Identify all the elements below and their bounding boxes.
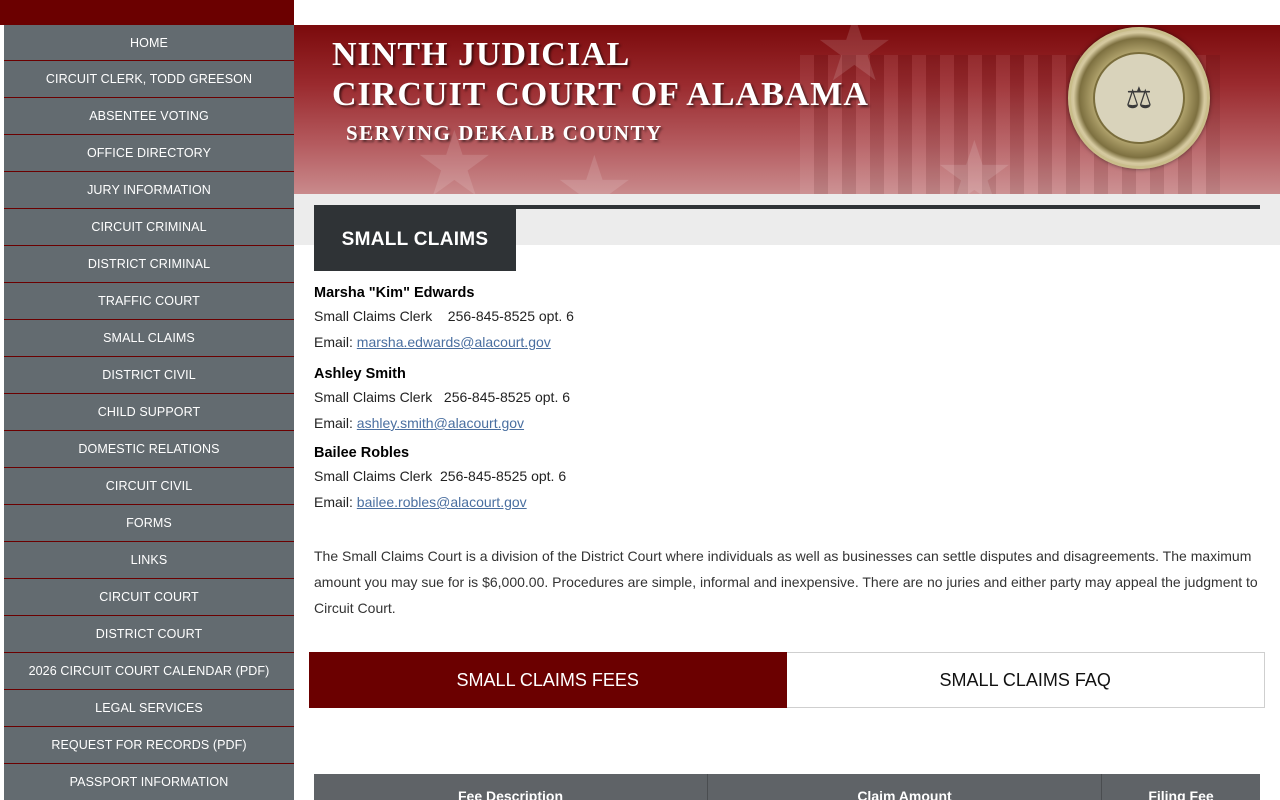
- nav-item-home[interactable]: HOME: [4, 25, 294, 61]
- nav-item-links[interactable]: LINKS: [4, 542, 294, 579]
- contact-name: Ashley Smith: [314, 366, 406, 382]
- scales-of-justice-icon: ⚖: [1093, 52, 1185, 144]
- nav-item-traffic-court[interactable]: TRAFFIC COURT: [4, 283, 294, 320]
- email-link[interactable]: ashley.smith@alacourt.gov: [357, 415, 524, 431]
- alabama-judicial-seal: ⚖: [1068, 27, 1210, 169]
- contact-email-line: Email: marsha.edwards@alacourt.gov: [314, 329, 1260, 355]
- contact-list: Marsha "Kim" Edwards Small Claims Clerk …: [314, 283, 1260, 524]
- site-title-line-1: NINTH JUDICIAL: [332, 36, 631, 73]
- email-label: Email:: [314, 415, 357, 431]
- email-label: Email:: [314, 494, 357, 510]
- tab-small-claims-fees[interactable]: SMALL CLAIMS FEES: [309, 652, 787, 708]
- nav-item-small-claims[interactable]: SMALL CLAIMS: [4, 320, 294, 357]
- contact-entry: Marsha "Kim" Edwards Small Claims Clerk …: [314, 283, 1260, 355]
- star-decoration: ★: [554, 140, 635, 194]
- nav-item-circuit-court[interactable]: CIRCUIT COURT: [4, 579, 294, 616]
- contact-email-line: Email: ashley.smith@alacourt.gov: [314, 410, 1260, 436]
- nav-item-domestic-relations[interactable]: DOMESTIC RELATIONS: [4, 431, 294, 468]
- email-link[interactable]: bailee.robles@alacourt.gov: [357, 494, 527, 510]
- star-decoration: ★: [934, 125, 1015, 194]
- nav-item-passport-information[interactable]: PASSPORT INFORMATION: [4, 764, 294, 800]
- fees-table-header: Fee Description Claim Amount Filing Fee: [314, 774, 1260, 800]
- nav-item-circuit-clerk[interactable]: CIRCUIT CLERK, TODD GREESON: [4, 61, 294, 98]
- email-label: Email:: [314, 334, 357, 350]
- contact-role-phone: Small Claims Clerk 256-845-8525 opt. 6: [314, 468, 567, 484]
- nav-list: HOME CIRCUIT CLERK, TODD GREESON ABSENTE…: [0, 25, 294, 800]
- nav-item-child-support[interactable]: CHILD SUPPORT: [4, 394, 294, 431]
- email-link[interactable]: marsha.edwards@alacourt.gov: [357, 334, 551, 350]
- nav-item-circuit-criminal[interactable]: CIRCUIT CRIMINAL: [4, 209, 294, 246]
- contact-role-phone: Small Claims Clerk 256-845-8525 opt. 6: [314, 389, 571, 405]
- nav-item-district-criminal[interactable]: DISTRICT CRIMINAL: [4, 246, 294, 283]
- tab-small-claims-faq[interactable]: SMALL CLAIMS FAQ: [786, 652, 1265, 708]
- column-header-filing-fee: Filing Fee: [1148, 788, 1214, 800]
- site-banner: ★ ★ ★ ★ NINTH JUDICIAL CIRCUIT COURT OF …: [294, 25, 1280, 194]
- contact-name: Marsha "Kim" Edwards: [314, 285, 475, 301]
- small-claims-description: The Small Claims Court is a division of …: [314, 548, 1258, 616]
- nav-item-absentee-voting[interactable]: ABSENTEE VOTING: [4, 98, 294, 135]
- sidebar-nav: HOME CIRCUIT CLERK, TODD GREESON ABSENTE…: [0, 0, 294, 800]
- column-header-claim-amount: Claim Amount: [708, 774, 1102, 800]
- nav-item-district-court[interactable]: DISTRICT COURT: [4, 616, 294, 653]
- contact-email-line: Email: bailee.robles@alacourt.gov: [314, 489, 1260, 515]
- page-title: SMALL CLAIMS: [314, 209, 516, 271]
- column-header-fee-description: Fee Description: [314, 774, 708, 800]
- main-content: SMALL CLAIMS Marsha "Kim" Edwards Small …: [294, 194, 1280, 800]
- site-subtitle: SERVING DEKALB COUNTY: [346, 121, 663, 145]
- contact-entry: Ashley Smith Small Claims Clerk 256-845-…: [314, 364, 1260, 436]
- nav-item-circuit-civil[interactable]: CIRCUIT CIVIL: [4, 468, 294, 505]
- nav-item-court-calendar-pdf[interactable]: 2026 CIRCUIT COURT CALENDAR (PDF): [4, 653, 294, 690]
- contact-entry: Bailee Robles Small Claims Clerk 256-845…: [314, 443, 1260, 515]
- contact-role-phone: Small Claims Clerk 256-845-8525 opt. 6: [314, 308, 574, 324]
- nav-item-legal-services[interactable]: LEGAL SERVICES: [4, 690, 294, 727]
- info-tabs: SMALL CLAIMS FEES SMALL CLAIMS FAQ: [309, 652, 1265, 708]
- nav-item-request-records-pdf[interactable]: REQUEST FOR RECORDS (PDF): [4, 727, 294, 764]
- nav-item-forms[interactable]: FORMS: [4, 505, 294, 542]
- nav-item-jury-information[interactable]: JURY INFORMATION: [4, 172, 294, 209]
- contact-name: Bailee Robles: [314, 445, 410, 461]
- site-title-line-2: CIRCUIT COURT OF ALABAMA: [332, 76, 869, 113]
- nav-item-office-directory[interactable]: OFFICE DIRECTORY: [4, 135, 294, 172]
- nav-item-district-civil[interactable]: DISTRICT CIVIL: [4, 357, 294, 394]
- top-strip: [294, 0, 1280, 25]
- site-title[interactable]: NINTH JUDICIAL CIRCUIT COURT OF ALABAMA …: [332, 35, 869, 149]
- sidebar-top-bar: [0, 0, 294, 25]
